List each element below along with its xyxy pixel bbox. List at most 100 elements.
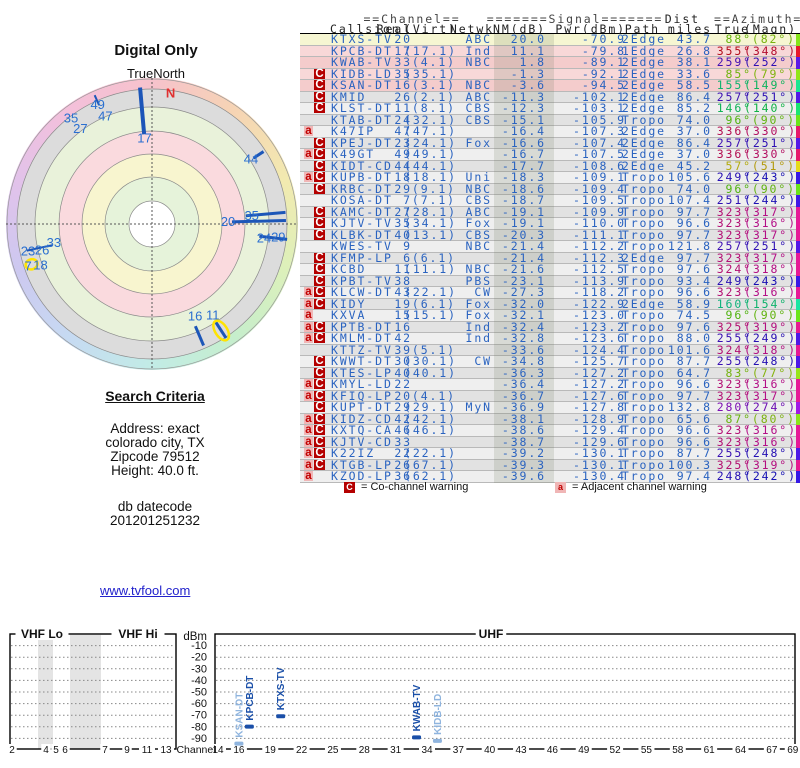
co-channel-warning-icon: C bbox=[344, 481, 355, 493]
signal-path: 2Edge bbox=[621, 101, 666, 115]
co-channel-warning-icon: C bbox=[314, 320, 325, 333]
svg-text:KPCB-DT: KPCB-DT bbox=[245, 676, 256, 721]
svg-text:27: 27 bbox=[73, 121, 87, 136]
svg-text:67: 67 bbox=[766, 745, 778, 756]
polar-azimuth-chart: 17494735274420 3524 293326237 1816 11N bbox=[6, 78, 298, 370]
azimuth-magnetic: (251°) bbox=[744, 239, 797, 253]
adjacent-channel-warning-icon: a bbox=[304, 424, 313, 436]
adjacent-channel-warning-icon: a bbox=[304, 309, 313, 321]
power-dbm: -107.5 bbox=[573, 147, 626, 161]
channel-real: 22 bbox=[394, 377, 412, 391]
signal-path: Tropo bbox=[621, 193, 666, 207]
azimuth-color-strip bbox=[796, 149, 800, 161]
network: Fox bbox=[465, 308, 492, 322]
svg-text:11: 11 bbox=[142, 745, 153, 756]
legend-adj-text: = Adjacent channel warning bbox=[572, 481, 707, 493]
signal-strength-chart: -10-20-30-40-50-60-70-80-90VHF Lo VHF Hi U… bbox=[7, 627, 800, 756]
signal-path: Tropo bbox=[621, 446, 666, 460]
co-channel-warning-icon: C bbox=[314, 205, 325, 218]
svg-text:49: 49 bbox=[578, 745, 590, 756]
svg-text:64: 64 bbox=[735, 745, 747, 756]
svg-text:VHF Lo: VHF Lo bbox=[21, 627, 63, 641]
table-header: ==Channel== =======Signal======= Dist ==… bbox=[300, 12, 800, 36]
power-dbm: -123.6 bbox=[573, 331, 626, 345]
criteria-line: Zipcode 79512 bbox=[110, 449, 200, 464]
svg-text:N: N bbox=[166, 85, 175, 100]
network: CW bbox=[474, 285, 492, 299]
table-row-KIDY: a C KIDY 19 (6.1) Fox -32.0 -122.9 2Edge 58.9 160°… bbox=[300, 298, 800, 310]
db-datecode-line: db datecode bbox=[117, 499, 193, 514]
azimuth-color-strip bbox=[796, 57, 800, 69]
network: CBS bbox=[465, 101, 492, 115]
network: Ind bbox=[465, 331, 492, 345]
azimuth-magnetic: (248°) bbox=[744, 446, 797, 460]
adjacent-channel-warning-icon: a bbox=[304, 332, 313, 344]
svg-text:20: 20 bbox=[221, 214, 235, 229]
svg-text:18: 18 bbox=[33, 258, 47, 273]
svg-text:40: 40 bbox=[484, 745, 496, 756]
svg-text:19: 19 bbox=[265, 745, 277, 756]
power-dbm: -70.9 bbox=[581, 32, 626, 46]
noise-margin: -12.3 bbox=[501, 101, 546, 115]
svg-text:13: 13 bbox=[160, 745, 172, 756]
co-channel-warning-icon: C bbox=[314, 424, 325, 436]
svg-text:KTXS-TV: KTXS-TV bbox=[276, 667, 287, 710]
azimuth-magnetic: (316°) bbox=[744, 216, 797, 230]
co-channel-warning-icon: C bbox=[314, 286, 325, 298]
signal-path: Tropo bbox=[621, 285, 666, 299]
svg-text:52: 52 bbox=[610, 745, 622, 756]
adjacent-channel-warning-icon: a bbox=[304, 435, 313, 448]
power-dbm: -89.1 bbox=[581, 55, 626, 69]
co-channel-warning-icon: C bbox=[314, 263, 325, 275]
noise-margin: -18.3 bbox=[501, 170, 546, 184]
adjacent-channel-warning-icon: a bbox=[304, 171, 313, 183]
tvfool-link[interactable]: www.tvfool.com bbox=[100, 583, 190, 598]
adjacent-channel-warning-icon: a bbox=[304, 470, 313, 482]
network: NBC bbox=[465, 239, 492, 253]
station-table: ==Channel== =======Signal======= Dist ==… bbox=[300, 12, 800, 483]
svg-text:VHF Hi: VHF Hi bbox=[118, 627, 157, 641]
noise-margin: -18.7 bbox=[501, 193, 546, 207]
svg-text:11: 11 bbox=[206, 308, 220, 323]
svg-text:UHF: UHF bbox=[479, 627, 504, 641]
svg-text:58: 58 bbox=[672, 745, 684, 756]
signal-path: Tropo bbox=[621, 216, 666, 230]
network: NBC bbox=[465, 55, 492, 69]
svg-text:KWAB-TV: KWAB-TV bbox=[412, 684, 423, 731]
db-datecode: db datecode 201201251232 bbox=[10, 500, 300, 528]
svg-text:61: 61 bbox=[704, 745, 716, 756]
search-criteria: Search Criteria Address: exact colorado c… bbox=[10, 388, 300, 528]
svg-text:5: 5 bbox=[53, 745, 59, 756]
noise-margin: -3.6 bbox=[510, 78, 546, 92]
signal-path: Tropo bbox=[621, 308, 666, 322]
svg-text:6: 6 bbox=[62, 745, 68, 756]
noise-margin: -34.8 bbox=[501, 354, 546, 368]
svg-text:2: 2 bbox=[9, 745, 15, 756]
noise-margin: -32.8 bbox=[501, 331, 546, 345]
adjacent-channel-warning-icon: a bbox=[304, 320, 313, 333]
signal-path: 2Edge bbox=[621, 55, 666, 69]
svg-text:46: 46 bbox=[547, 745, 559, 756]
power-dbm: -118.2 bbox=[573, 285, 626, 299]
co-channel-warning-icon: C bbox=[314, 332, 325, 344]
svg-text:7: 7 bbox=[102, 745, 108, 756]
noise-margin: -39.6 bbox=[501, 469, 546, 483]
tvfool-report-page: Digital Only TrueNorth 17 49 47 35 27 44 20 35 2… bbox=[0, 0, 800, 768]
channel-real: 42 bbox=[394, 331, 412, 345]
azimuth-magnetic: (248°) bbox=[744, 354, 797, 368]
svg-text:44: 44 bbox=[244, 152, 258, 167]
svg-text:17: 17 bbox=[137, 130, 151, 145]
network: NBC bbox=[465, 78, 492, 92]
noise-margin: -19.1 bbox=[501, 216, 546, 230]
azimuth-magnetic: (318°) bbox=[744, 262, 797, 276]
noise-margin: -36.9 bbox=[501, 400, 546, 414]
power-dbm: -123.0 bbox=[573, 308, 626, 322]
co-channel-warning-icon: C bbox=[314, 171, 325, 183]
azimuth-magnetic: (149°) bbox=[744, 78, 797, 92]
signal-path: Tropo bbox=[621, 239, 666, 253]
table-body: KTXS-TV 20 ABC 20.0 -70.9 2Edge 43.7 88° (82°) KP… bbox=[300, 34, 800, 483]
svg-text:-20: -20 bbox=[191, 652, 207, 664]
svg-text:-30: -30 bbox=[191, 663, 207, 675]
azimuth-magnetic: (316°) bbox=[744, 377, 797, 391]
signal-path: Tropo bbox=[621, 331, 666, 345]
